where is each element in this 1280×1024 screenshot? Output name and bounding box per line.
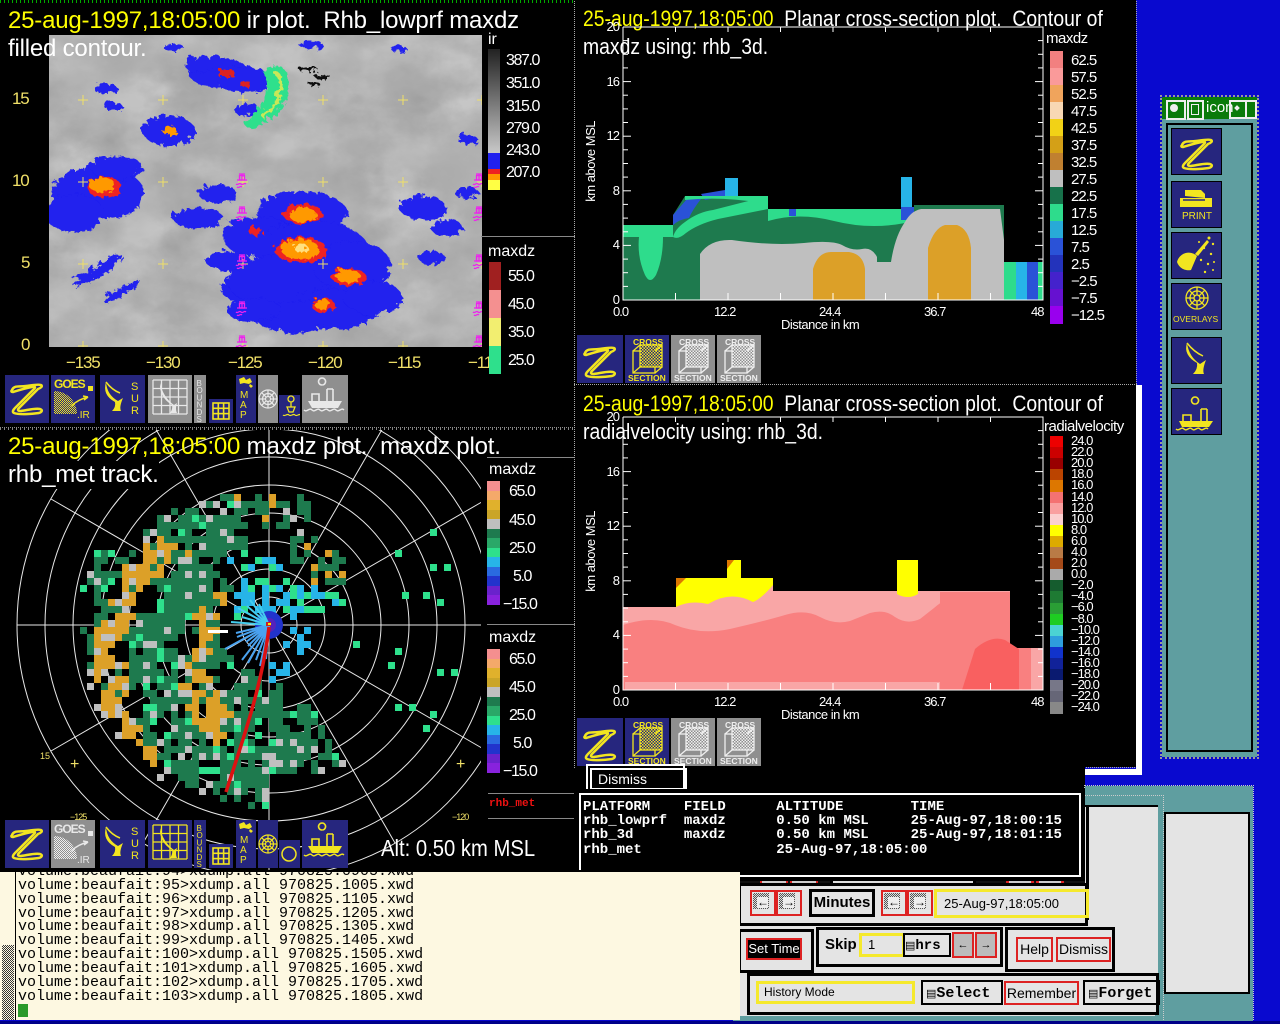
svg-text:SECTION: SECTION: [720, 373, 758, 383]
svg-text:.IR: .IR: [77, 410, 90, 421]
svg-text:R: R: [131, 850, 139, 862]
svg-text:SECTION: SECTION: [674, 373, 712, 383]
svg-text:GOES: GOES: [54, 822, 86, 836]
svg-text:S: S: [131, 381, 138, 393]
svg-text:.IR: .IR: [77, 855, 90, 866]
svg-text:S: S: [197, 415, 202, 423]
svg-text:GOES: GOES: [54, 377, 86, 391]
svg-text:PRINT: PRINT: [1182, 211, 1212, 222]
svg-text:P: P: [240, 855, 247, 866]
svg-text:R: R: [131, 405, 139, 417]
svg-text:S: S: [197, 860, 202, 868]
svg-text:U: U: [131, 393, 139, 405]
svg-text:SECTION: SECTION: [720, 756, 758, 766]
svg-text:OVERLAYS: OVERLAYS: [1173, 314, 1219, 324]
svg-text:S: S: [131, 826, 138, 838]
svg-text:U: U: [131, 838, 139, 850]
svg-text:SECTION: SECTION: [628, 373, 666, 383]
svg-text:P: P: [240, 410, 247, 421]
